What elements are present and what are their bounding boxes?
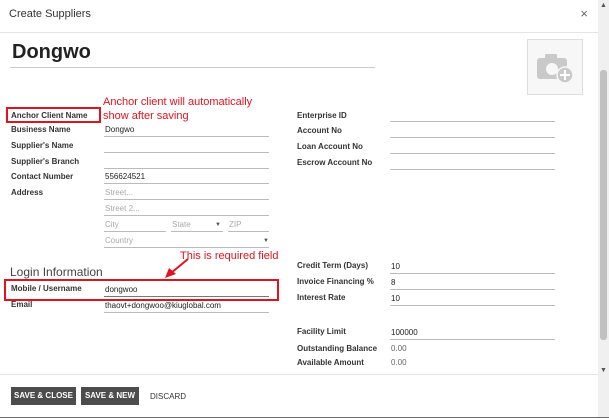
facility-limit-input[interactable]: 100000 [391, 328, 418, 337]
country-select[interactable]: Country [105, 236, 133, 245]
street2-input[interactable]: Street 2... [105, 204, 140, 213]
camera-add-icon [537, 54, 574, 84]
state-select[interactable]: State [172, 220, 191, 229]
login-information-heading: Login Information [10, 265, 103, 279]
dialog-header: Create Suppliers × [0, 0, 598, 33]
chevron-down-icon: ▼ [215, 222, 221, 228]
outstanding-balance-label: Outstanding Balance [297, 344, 378, 353]
scroll-down-icon[interactable]: ▼ [600, 367, 607, 374]
credit-term-input[interactable]: 10 [391, 262, 400, 271]
record-name-field[interactable]: Dongwo [12, 41, 91, 64]
email-label: Email [11, 300, 33, 309]
available-amount-value: 0.00 [391, 358, 407, 367]
address-label: Address [11, 188, 44, 197]
business-name-input[interactable]: Dongwo [105, 125, 134, 134]
create-suppliers-dialog: Create Suppliers × Dongwo Anchor Client … [0, 0, 599, 417]
interest-rate-input[interactable]: 10 [391, 294, 400, 303]
chevron-down-icon: ▼ [263, 238, 269, 244]
annotation-arrow-icon [165, 258, 189, 278]
suppliers-branch-label: Supplier's Branch [11, 157, 80, 166]
required-annotation: This is required field [180, 250, 279, 262]
mobile-highlight-box [4, 279, 279, 301]
suppliers-name-label: Supplier's Name [11, 141, 74, 150]
loan-account-no-label: Loan Account No [297, 142, 363, 151]
anchor-annotation-line2: show after saving [103, 110, 189, 122]
account-no-label: Account No [297, 126, 342, 135]
credit-term-label: Credit Term (Days) [297, 261, 368, 270]
anchor-highlight-box [6, 107, 101, 123]
facility-limit-label: Facility Limit [297, 327, 346, 336]
dialog-scrollbar[interactable]: ▲ ▼ [598, 0, 609, 417]
photo-upload[interactable] [527, 39, 583, 95]
anchor-annotation: Anchor client will automatically show af… [103, 95, 252, 123]
available-amount-label: Available Amount [297, 358, 364, 367]
save-new-button[interactable]: SAVE & NEW [81, 387, 139, 405]
escrow-account-no-label: Escrow Account No [297, 158, 373, 167]
dialog-title: Create Suppliers [9, 8, 91, 20]
close-icon[interactable]: × [580, 6, 588, 21]
business-name-label: Business Name [11, 125, 71, 134]
city-input[interactable]: City [105, 220, 119, 229]
discard-button[interactable]: DISCARD [150, 392, 186, 401]
enterprise-id-label: Enterprise ID [297, 111, 347, 120]
invoice-financing-label: Invoice Financing % [297, 277, 374, 286]
record-name-underline [10, 67, 375, 68]
contact-number-label: Contact Number [11, 172, 74, 181]
scroll-up-icon[interactable]: ▲ [600, 2, 607, 9]
scrollbar-thumb[interactable] [600, 70, 607, 340]
dialog-footer: SAVE & CLOSE SAVE & NEW DISCARD [0, 374, 598, 418]
email-input[interactable]: thaovt+dongwoo@kiuglobal.com [105, 301, 221, 310]
zip-input[interactable]: ZIP [229, 220, 241, 229]
anchor-annotation-line1: Anchor client will automatically [103, 96, 253, 108]
interest-rate-label: Interest Rate [297, 293, 346, 302]
contact-number-input[interactable]: 556624521 [105, 172, 145, 181]
save-close-button[interactable]: SAVE & CLOSE [11, 387, 76, 405]
invoice-financing-input[interactable]: 8 [391, 278, 395, 287]
street-input[interactable]: Street... [105, 188, 133, 197]
outstanding-balance-value: 0.00 [391, 344, 407, 353]
